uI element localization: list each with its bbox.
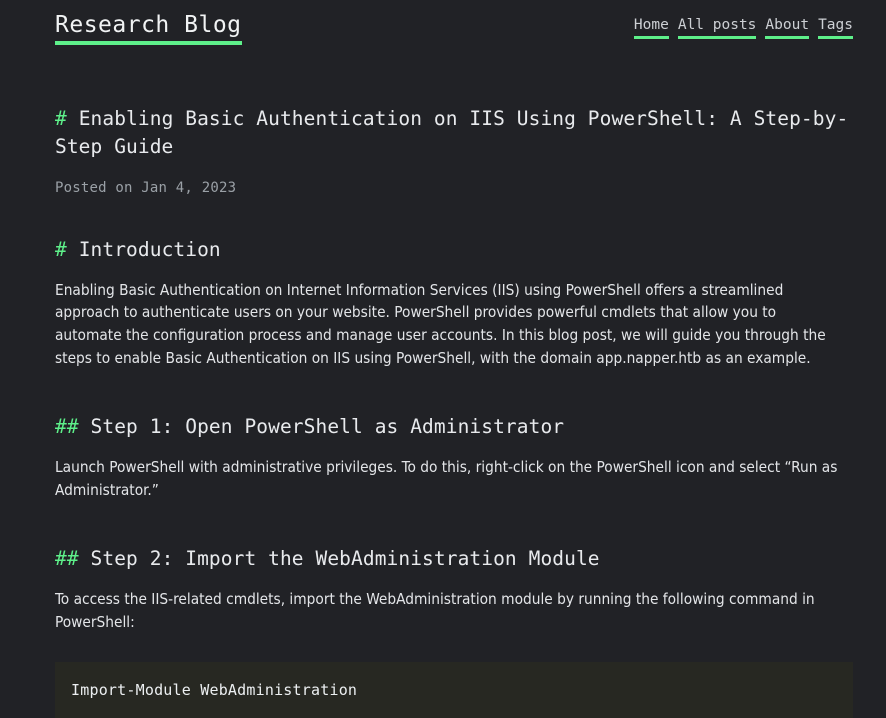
section-heading-step-1: ## Step 1: Open PowerShell as Administra… xyxy=(55,369,853,438)
blog-page: Research Blog Home All posts About Tags … xyxy=(0,0,886,718)
nav-link-home[interactable]: Home xyxy=(633,17,669,40)
code-text[interactable]: Import-Module WebAdministration xyxy=(71,681,357,699)
section-heading-step-2: ## Step 2: Import the WebAdministration … xyxy=(55,501,853,570)
heading-hash-marker: ## xyxy=(55,415,79,439)
section-heading-text: Introduction xyxy=(78,237,221,261)
site-header: Research Blog Home All posts About Tags xyxy=(0,0,886,46)
post-title-text: Enabling Basic Authentication on IIS Usi… xyxy=(55,107,849,159)
page-title: # Enabling Basic Authentication on IIS U… xyxy=(55,45,853,160)
section-heading-introduction: # Introduction xyxy=(55,196,853,261)
post-date: Posted on Jan 4, 2023 xyxy=(55,179,237,196)
code-block-import-module: Import-Module WebAdministration xyxy=(55,661,853,718)
section-paragraph-step-2: To access the IIS-related cmdlets, impor… xyxy=(55,590,815,631)
primary-navigation: Home All posts About Tags xyxy=(633,12,853,40)
nav-link-tags[interactable]: Tags xyxy=(818,17,853,40)
heading-hash-marker: # xyxy=(55,107,67,131)
nav-link-all-posts[interactable]: All posts xyxy=(677,17,757,40)
section-paragraph-step-1: Launch PowerShell with administrative pr… xyxy=(55,458,838,499)
section-heading-text: Step 1: Open PowerShell as Administrator xyxy=(90,415,565,439)
nav-link-about[interactable]: About xyxy=(765,17,810,40)
heading-hash-marker: # xyxy=(55,237,67,261)
section-heading-text: Step 2: Import the WebAdministration Mod… xyxy=(90,547,600,571)
heading-hash-marker: ## xyxy=(55,547,79,571)
section-paragraph-introduction: Enabling Basic Authentication on Interne… xyxy=(55,280,826,367)
site-title-link[interactable]: Research Blog xyxy=(55,12,242,46)
blog-post-article: # Enabling Basic Authentication on IIS U… xyxy=(0,45,886,718)
